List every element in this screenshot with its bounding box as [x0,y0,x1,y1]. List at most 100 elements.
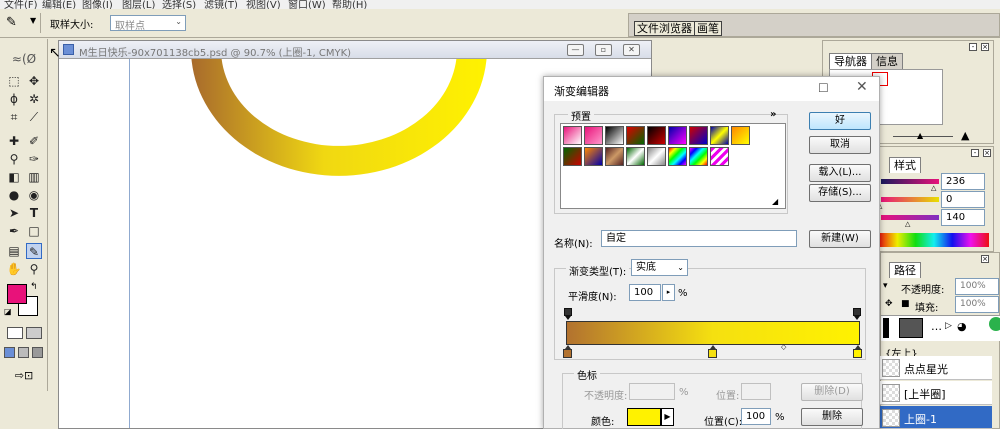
menu-image[interactable]: 图像(I) [82,0,113,9]
chevron-down-icon[interactable]: ▼ [30,16,36,25]
tab-paths[interactable]: 路径 [889,262,921,278]
tab-brushes[interactable]: 画笔 [694,21,722,36]
yellow-slider-thumb[interactable]: △ [905,220,910,228]
eraser-icon[interactable]: ◧ [6,169,22,185]
layer-row[interactable]: 点点星光 [880,356,992,380]
panel-close-icon[interactable]: × [981,255,989,263]
cyan-field[interactable]: 236 [941,173,985,190]
preset-swatch[interactable] [689,126,708,145]
presets-menu-arrow-icon[interactable]: » [770,109,776,120]
lock-all-icon[interactable]: ■ [901,299,910,309]
layer-row-selected[interactable]: 上圈-1 [880,406,992,429]
close-button[interactable]: ✕ [623,44,640,56]
maximize-icon[interactable]: ☐ [818,81,829,95]
default-colors-icon[interactable]: ◪ [4,307,12,316]
save-button[interactable]: 存储(S)... [809,184,871,202]
lasso-icon[interactable]: ϕ [6,91,22,107]
color-stop-end[interactable] [853,345,862,358]
crop-icon[interactable]: ⌗ [6,109,22,125]
blur-icon[interactable]: ● [6,187,22,203]
tab-navigator[interactable]: 导航器 [829,53,872,69]
quick-mask-icon[interactable] [26,327,42,339]
tab-styles[interactable]: 样式 [889,157,921,173]
preset-swatch[interactable] [563,147,582,166]
stamp-icon[interactable]: ⚲ [6,151,22,167]
preset-swatch[interactable] [710,147,729,166]
layer-opacity-field[interactable]: 100% [955,278,999,295]
name-input[interactable]: 自定 [601,230,797,247]
cyan-slider-thumb[interactable]: △ [931,184,936,192]
standard-mode-icon[interactable] [7,327,23,339]
resize-grip-icon[interactable]: ◢ [772,197,778,206]
preset-swatch[interactable] [710,126,729,145]
stop-color-menu-arrow-icon[interactable]: ▶ [661,408,674,426]
slice-icon[interactable]: ⟋ [26,109,42,125]
brush-icon[interactable]: ✐ [26,133,42,149]
notes-icon[interactable]: ▤ [6,243,22,259]
hand-icon[interactable]: ✋ [6,261,22,277]
effects-icon[interactable]: ◕ [957,320,967,333]
smoothness-input[interactable]: 100 [629,284,661,301]
gradient-icon[interactable]: ▥ [26,169,42,185]
menu-select[interactable]: 选择(S) [162,0,196,9]
preset-swatch[interactable] [626,126,645,145]
preset-swatch[interactable] [689,147,708,166]
magic-wand-icon[interactable]: ✲ [26,91,42,107]
preset-swatch[interactable] [605,126,624,145]
screen-mode-full-icon[interactable] [32,347,43,358]
minimize-button[interactable]: — [567,44,584,56]
jump-to-imageready-icon[interactable]: ⇨⊡ [6,369,42,383]
menu-edit[interactable]: 编辑(E) [42,0,76,9]
panel-minimize-icon[interactable]: - [969,43,977,51]
lock-position-icon[interactable]: ✥ [885,299,893,309]
preset-swatch[interactable] [584,147,603,166]
marquee-icon[interactable]: ⬚ [6,73,22,89]
healing-brush-icon[interactable]: ✚ [6,133,22,149]
zoom-icon[interactable]: ⚲ [26,261,42,277]
panel-close-icon[interactable]: × [983,149,991,157]
magenta-slider-track[interactable] [881,197,939,202]
layer-fill-field[interactable]: 100% [955,296,999,313]
preset-swatch[interactable] [626,147,645,166]
close-icon[interactable]: ✕ [856,79,868,95]
preset-swatch[interactable] [647,126,666,145]
sample-size-select[interactable]: 取样点 ⌄ [110,15,186,32]
panel-minimize-icon[interactable]: - [971,149,979,157]
panel-close-icon[interactable]: × [981,43,989,51]
color-stop-start[interactable] [563,345,572,358]
shape-icon[interactable]: □ [26,223,42,239]
yellow-field[interactable]: 140 [941,209,985,226]
opacity-stop-start[interactable] [564,308,572,320]
preset-swatch[interactable] [605,147,624,166]
stop-location-c-input[interactable]: 100 [741,408,771,425]
adobe-logo-icon[interactable]: ≈(Ø [4,51,44,67]
color-stop-middle[interactable] [708,345,717,358]
maximize-button[interactable]: ▫ [595,44,612,56]
menu-file[interactable]: 文件(F) [4,0,38,9]
layer-row[interactable]: [上半圈] [880,381,992,405]
preset-swatch[interactable] [731,126,750,145]
swap-colors-icon[interactable]: ↰ [30,282,38,292]
screen-mode-full-menu-icon[interactable] [18,347,29,358]
history-brush-icon[interactable]: ✑ [26,151,42,167]
zoom-in-icon[interactable]: ▲ [961,129,969,142]
expand-effects-icon[interactable]: ▷ [945,321,952,331]
layer-thumbnail[interactable] [899,318,923,338]
color-ramp[interactable] [879,233,989,247]
preset-swatch[interactable] [563,126,582,145]
blend-mode-chevron-icon[interactable]: ▾ [883,281,888,291]
gradient-preview-bar[interactable] [566,321,860,345]
path-select-icon[interactable]: ➤ [6,205,22,221]
dodge-icon[interactable]: ◉ [26,187,42,203]
preset-swatch[interactable] [584,126,603,145]
pen-icon[interactable]: ✒ [6,223,22,239]
ok-button[interactable]: 好 [809,112,871,130]
type-icon[interactable]: T [26,205,42,221]
midpoint-diamond-icon[interactable]: ◇ [781,343,786,351]
preset-swatch[interactable] [647,147,666,166]
menu-layer[interactable]: 图层(L) [122,0,155,9]
layer-row-active-effects[interactable]: … ▷ ◕ [881,315,1000,341]
eyedropper-tool-preset-icon[interactable]: ✎ [6,15,24,31]
smoothness-stepper[interactable]: ▸ [662,284,675,301]
stop-color-swatch[interactable] [627,408,661,426]
